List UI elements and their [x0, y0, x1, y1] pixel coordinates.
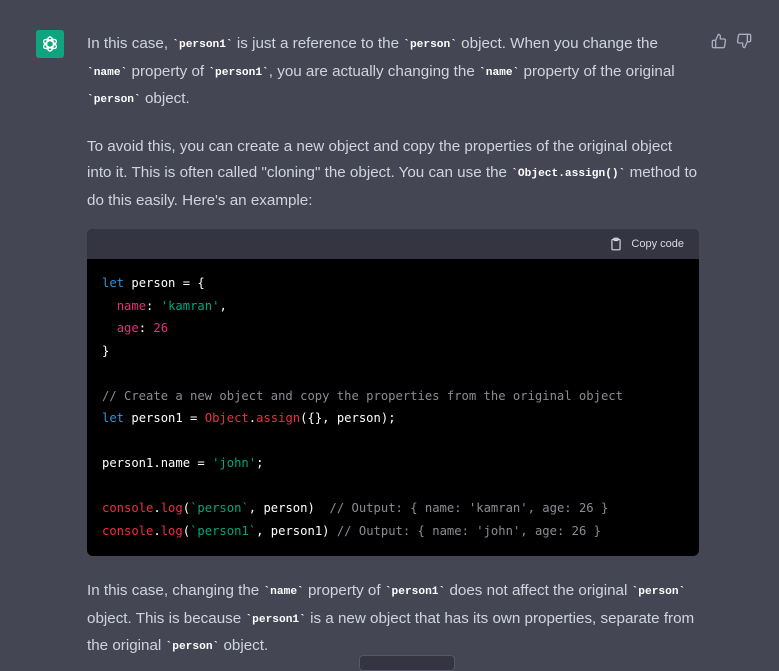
thumbs-up-icon[interactable]	[711, 33, 727, 49]
copy-code-button[interactable]: Copy code	[609, 237, 684, 251]
inline-code: `person1`	[208, 66, 269, 79]
code-line: console.log(`person`, person) // Output:…	[102, 501, 609, 515]
inline-code: `Object.assign()`	[511, 168, 626, 180]
thumbs-down-icon[interactable]	[736, 33, 752, 49]
inline-code: `name`	[263, 586, 304, 598]
code-line: let person1 = Object.assign({}, person);	[102, 411, 396, 425]
code-block-header: Copy code	[87, 229, 699, 259]
scroll-to-bottom-button[interactable]	[359, 655, 455, 671]
inline-code: `person1`	[245, 613, 306, 626]
inline-code: `person`	[403, 39, 457, 51]
inline-code: `person1`	[172, 39, 233, 51]
inline-code: `person`	[631, 586, 686, 598]
message-paragraph-3: In this case, changing the `name` proper…	[87, 582, 695, 654]
code-content[interactable]: let person = { name: 'kamran', age: 26} /…	[87, 259, 699, 556]
inline-code: `person`	[165, 641, 220, 653]
clipboard-icon	[611, 237, 622, 251]
message-paragraph-2: To avoid this, you can create a new obje…	[87, 137, 698, 209]
code-line: name: 'kamran',	[116, 298, 227, 313]
assistant-message: In this case, `person1` is just a refere…	[87, 31, 699, 661]
assistant-avatar	[36, 30, 64, 58]
code-line: let person = {	[102, 276, 205, 290]
code-line: age: 26	[116, 321, 169, 335]
code-line: console.log(`person1`, person1) // Outpu…	[102, 523, 601, 538]
feedback-buttons	[711, 33, 752, 49]
inline-code: `name`	[479, 66, 520, 79]
inline-code: `person`	[87, 94, 141, 106]
inline-code: `name`	[87, 66, 128, 79]
code-line: // Create a new object and copy the prop…	[102, 388, 623, 403]
message-paragraph-1: In this case, `person1` is just a refere…	[87, 35, 675, 107]
inline-code: `person1`	[384, 586, 446, 598]
openai-logo-icon	[42, 36, 58, 52]
code-line: person1.name = 'john';	[102, 456, 264, 470]
copy-code-label: Copy code	[631, 238, 684, 250]
code-block: Copy code let person = { name: 'kamran',…	[87, 229, 699, 556]
code-line: }	[102, 343, 110, 358]
